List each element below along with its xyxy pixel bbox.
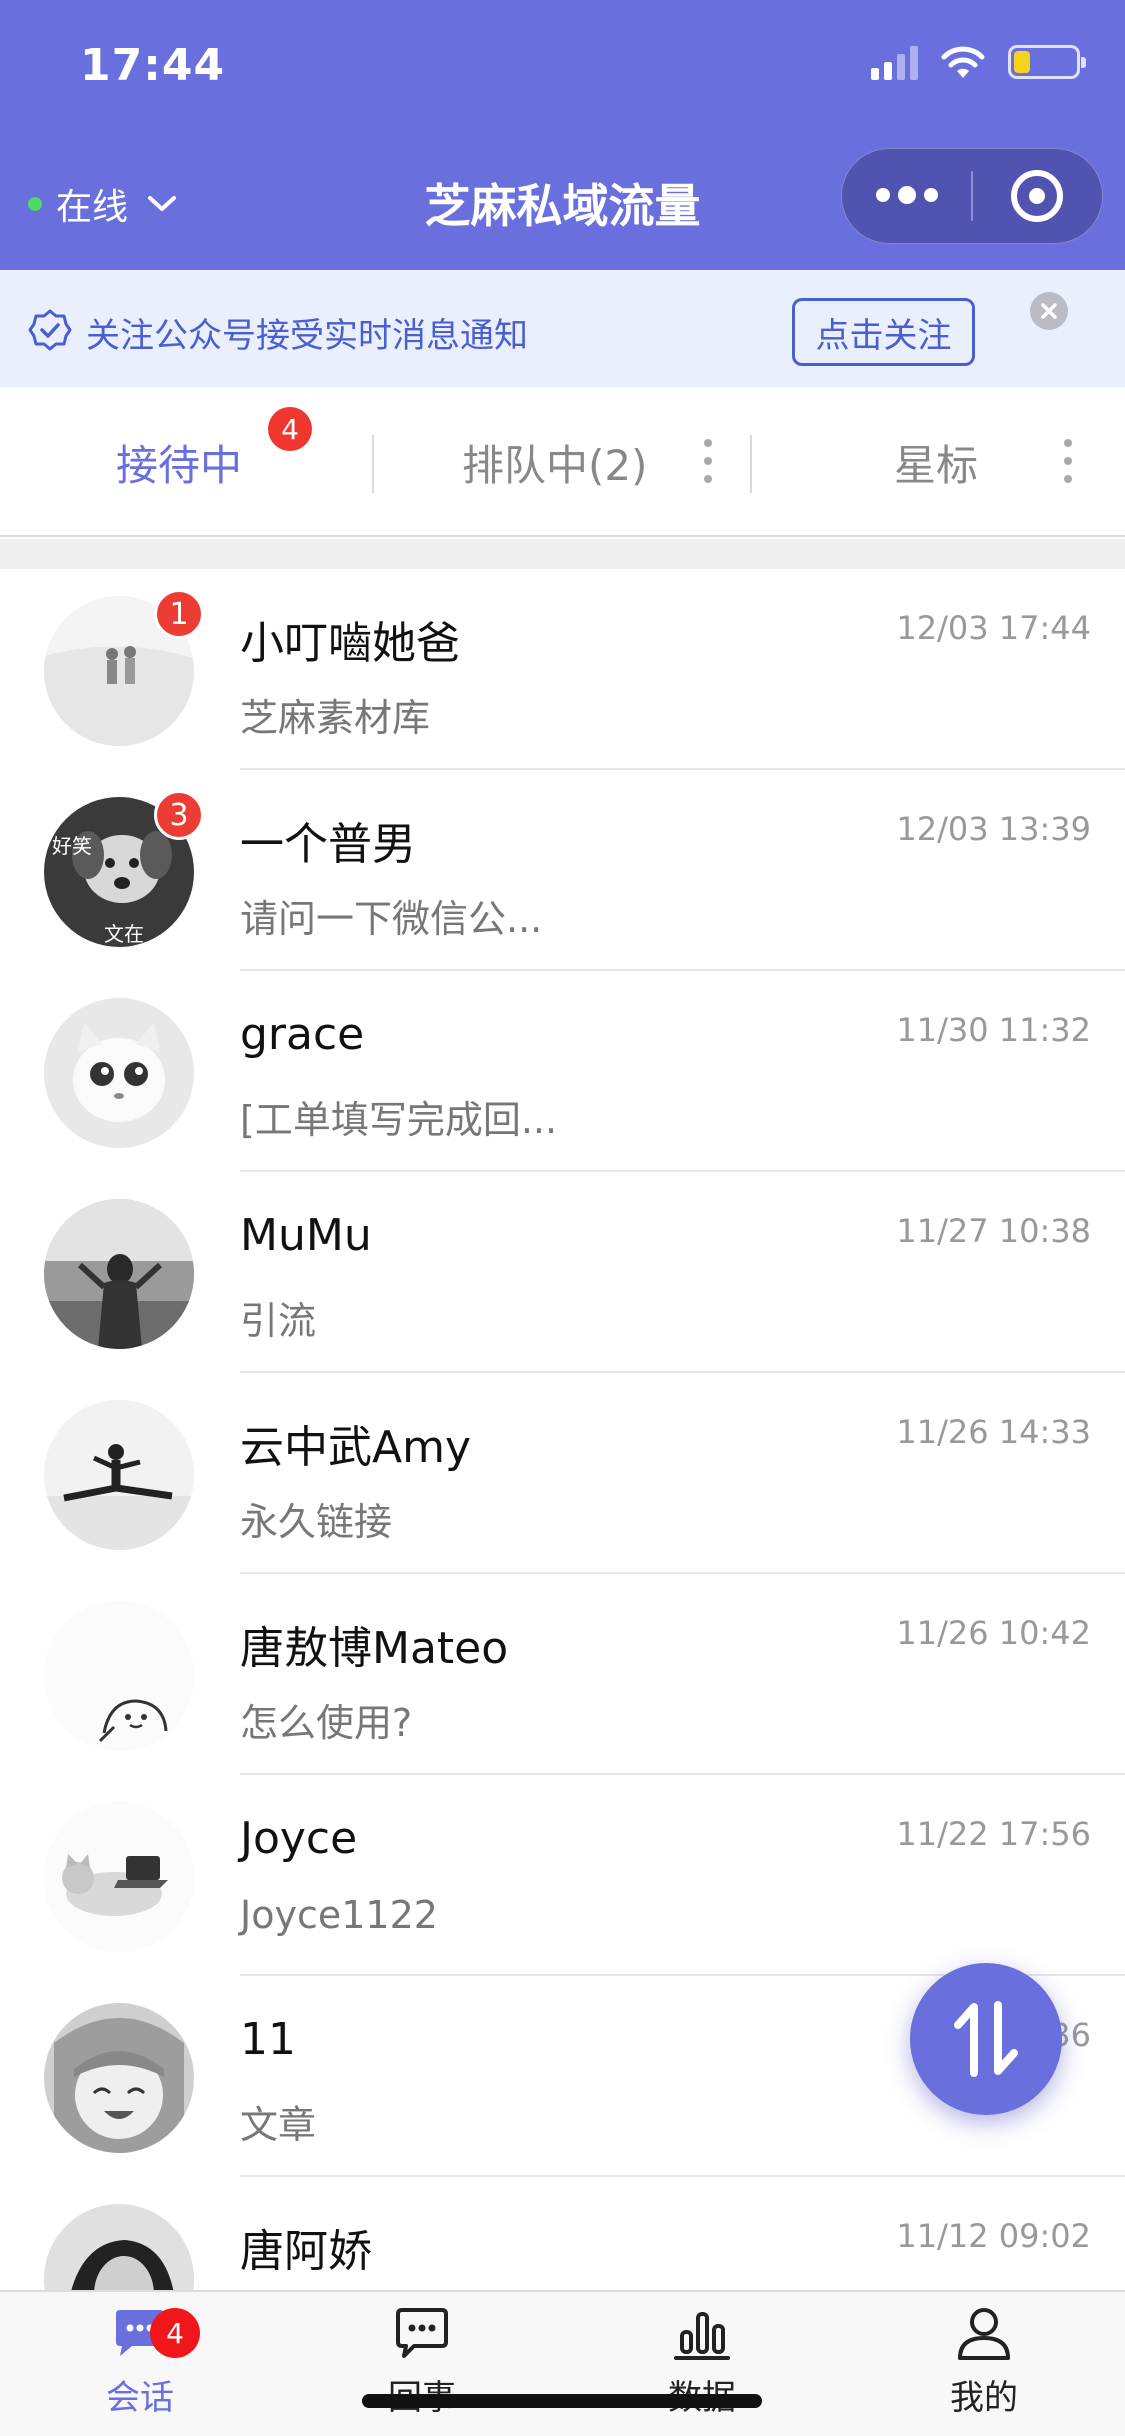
cellular-signal-icon (871, 44, 918, 80)
message-time: 11/22 17:56 (896, 1815, 1091, 1853)
swap-arrows-icon (954, 2001, 1018, 2077)
bottom-navigation: 会话 4 回事 数据 我的 (0, 2290, 1125, 2436)
avatar-caption-text: 好笑 (52, 834, 92, 858)
message-preview: 文章 (240, 2103, 317, 2147)
tab-label: 星标 (894, 440, 979, 490)
message-time: 11/12 09:02 (896, 2217, 1091, 2255)
conversation-row[interactable]: 1 小叮嚙她爸 12/03 17:44 芝麻素材库 (0, 569, 1125, 770)
tab-divider (750, 435, 752, 493)
conversation-row[interactable]: 云中武Amy 11/26 14:33 永久链接 (0, 1373, 1125, 1574)
follow-button[interactable]: 点击关注 (792, 298, 975, 366)
anime-avatar (44, 2003, 194, 2153)
contact-name: 唐阿娇 (240, 2226, 372, 2277)
close-icon (1041, 303, 1057, 319)
message-preview: 永久链接 (240, 1500, 393, 1544)
conversation-tabs: 接待中 4 排队中(2) 星标 (0, 387, 1125, 537)
contact-name: 11 (240, 2014, 296, 2065)
conversation-row[interactable]: 好笑文在 3 一个普男 12/03 13:39 请问一下微信公... (0, 770, 1125, 971)
close-program-button[interactable] (973, 149, 1102, 243)
battery-level (1014, 51, 1030, 73)
laptop-cat-avatar (44, 1802, 194, 1952)
tab-label: 排队中(2) (462, 440, 648, 490)
switch-order-button[interactable] (910, 1963, 1062, 2115)
tab-serving[interactable]: 接待中 (116, 387, 242, 537)
tab-serving-badge: 4 (268, 407, 312, 451)
top-header: 17:44 在线 芝麻私域流量 (0, 0, 1125, 270)
notice-text: 关注公众号接受实时消息通知 (86, 316, 528, 356)
doodle-avatar (44, 1601, 194, 1751)
contact-name: grace (240, 1009, 365, 1060)
avatar-caption-text: 文在 (104, 922, 144, 946)
message-preview: 引流 (240, 1299, 317, 1343)
tab-label: 接待中 (116, 440, 243, 490)
mini-program-capsule (841, 148, 1103, 244)
follow-notice-banner: 关注公众号接受实时消息通知 点击关注 (0, 270, 1125, 387)
message-preview: [工单填写完成回... (240, 1098, 558, 1142)
message-time: 11/27 10:38 (896, 1212, 1091, 1250)
message-preview: 请问一下微信公... (240, 897, 543, 941)
contact-name: 小叮嚙她爸 (240, 618, 460, 669)
message-time: 12/03 17:44 (896, 609, 1091, 647)
girl-sea-avatar (44, 1199, 194, 1349)
contact-name: 一个普男 (240, 819, 416, 870)
contact-name: MuMu (240, 1210, 372, 1261)
section-gap (0, 539, 1125, 569)
nav-item-me[interactable]: 我的 (884, 2306, 1084, 2419)
tab-divider (372, 435, 374, 493)
queue-options-icon[interactable] (704, 439, 712, 483)
nav-label: 我的 (950, 2378, 1018, 2418)
message-preview: Joyce1122 (240, 1893, 438, 1937)
battery-icon (1008, 45, 1086, 79)
starred-options-icon[interactable] (1064, 439, 1072, 483)
target-circle-icon (1011, 170, 1064, 222)
cat-avatar (44, 998, 194, 1148)
wifi-icon (941, 46, 985, 78)
message-time: 12/03 13:39 (896, 810, 1091, 848)
message-time: 11/26 10:42 (896, 1614, 1091, 1652)
message-time: 11/26 14:33 (896, 1413, 1091, 1451)
status-icons (871, 44, 1086, 80)
person-icon (958, 2308, 1010, 2360)
contact-name: 唐敖博Mateo (240, 1623, 509, 1674)
close-notice-button[interactable] (1030, 292, 1068, 330)
message-time: 11/30 11:32 (896, 1011, 1091, 1049)
more-button[interactable] (842, 149, 971, 243)
conversation-row[interactable]: MuMu 11/27 10:38 引流 (0, 1172, 1125, 1373)
tab-starred[interactable]: 星标 (894, 387, 978, 537)
status-time: 17:44 (80, 40, 226, 91)
contact-name: Joyce (240, 1813, 358, 1864)
verified-shield-icon (28, 309, 72, 351)
nav-unread-badge: 4 (150, 2308, 200, 2358)
message-preview: 怎么使用? (240, 1701, 413, 1745)
message-icon (396, 2308, 448, 2358)
bar-chart-icon (674, 2312, 730, 2360)
nav-label: 会话 (106, 2378, 174, 2418)
conversation-row[interactable]: 唐敖博Mateo 11/26 10:42 怎么使用? (0, 1574, 1125, 1775)
nav-item-chats[interactable]: 会话 4 (40, 2306, 240, 2419)
home-indicator (362, 2394, 762, 2408)
unread-badge: 1 (154, 589, 204, 639)
more-dots-icon (875, 186, 938, 204)
conversation-row[interactable]: Joyce 11/22 17:56 Joyce1122 (0, 1775, 1125, 1976)
unread-badge: 3 (154, 790, 204, 840)
contact-name: 云中武Amy (240, 1422, 471, 1473)
split-pose-avatar (44, 1400, 194, 1550)
message-preview: 芝麻素材库 (240, 696, 431, 740)
tab-queue[interactable]: 排队中(2) (462, 387, 648, 537)
conversation-row[interactable]: grace 11/30 11:32 [工单填写完成回... (0, 971, 1125, 1172)
